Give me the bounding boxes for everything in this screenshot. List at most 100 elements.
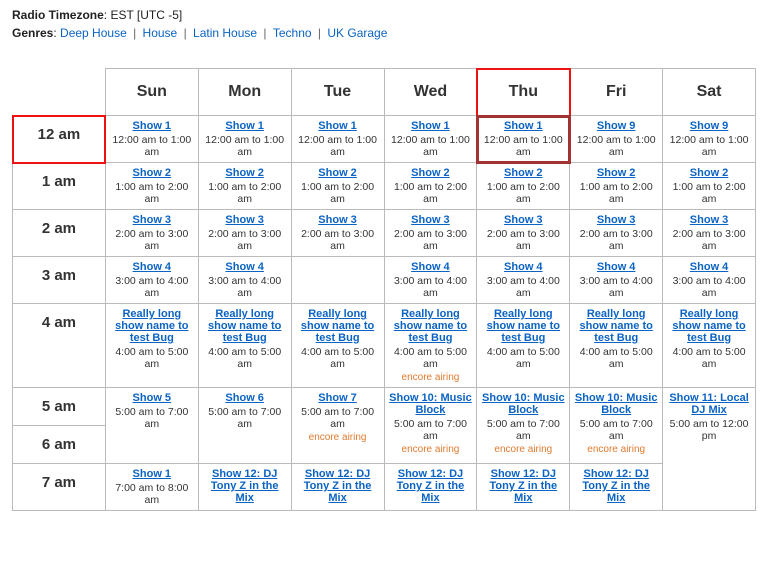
show-title[interactable]: Show 2	[388, 167, 474, 179]
show-title[interactable]: Really long show name to test Bug	[480, 308, 566, 344]
show-title[interactable]: Show 2	[480, 167, 566, 179]
schedule-cell[interactable]: Show 43:00 am to 4:00 am	[477, 257, 570, 304]
show-title[interactable]: Show 9	[573, 120, 659, 132]
schedule-cell[interactable]: Show 112:00 am to 1:00 am	[198, 116, 291, 163]
schedule-cell[interactable]: Show 32:00 am to 3:00 am	[198, 210, 291, 257]
schedule-cell[interactable]: Show 17:00 am to 8:00 am	[105, 464, 198, 511]
schedule-cell[interactable]: Show 12: DJ Tony Z in the Mix	[198, 464, 291, 511]
schedule-cell[interactable]: Show 112:00 am to 1:00 am	[384, 116, 477, 163]
show-title[interactable]: Really long show name to test Bug	[666, 308, 752, 344]
show-title[interactable]: Show 10: Music Block	[388, 392, 474, 416]
show-title[interactable]: Show 2	[295, 167, 381, 179]
schedule-cell[interactable]: Show 75:00 am to 7:00 amencore airing	[291, 388, 384, 464]
show-title[interactable]: Show 4	[202, 261, 288, 273]
show-title[interactable]: Show 12: DJ Tony Z in the Mix	[480, 468, 566, 504]
show-title[interactable]: Really long show name to test Bug	[202, 308, 288, 344]
show-title[interactable]: Show 5	[109, 392, 195, 404]
show-title[interactable]: Show 1	[480, 120, 566, 132]
schedule-cell[interactable]: Show 12: DJ Tony Z in the Mix	[291, 464, 384, 511]
schedule-cell[interactable]: Really long show name to test Bug4:00 am…	[570, 304, 663, 388]
show-title[interactable]: Show 3	[388, 214, 474, 226]
schedule-cell[interactable]: Show 12: DJ Tony Z in the Mix	[384, 464, 477, 511]
schedule-cell[interactable]: Show 21:00 am to 2:00 am	[198, 163, 291, 210]
schedule-cell[interactable]: Show 112:00 am to 1:00 am	[477, 116, 570, 163]
show-title[interactable]: Really long show name to test Bug	[573, 308, 659, 344]
schedule-cell[interactable]: Show 21:00 am to 2:00 am	[477, 163, 570, 210]
show-title[interactable]: Show 1	[295, 120, 381, 132]
show-title[interactable]: Show 6	[202, 392, 288, 404]
show-title[interactable]: Show 2	[109, 167, 195, 179]
schedule-cell[interactable]: Show 112:00 am to 1:00 am	[105, 116, 198, 163]
show-title[interactable]: Show 10: Music Block	[480, 392, 566, 416]
genre-link[interactable]: Deep House	[60, 26, 127, 40]
schedule-cell[interactable]: Show 32:00 am to 3:00 am	[663, 210, 756, 257]
schedule-cell[interactable]: Show 32:00 am to 3:00 am	[291, 210, 384, 257]
show-title[interactable]: Show 3	[295, 214, 381, 226]
show-title[interactable]: Really long show name to test Bug	[109, 308, 195, 344]
schedule-cell[interactable]: Really long show name to test Bug4:00 am…	[477, 304, 570, 388]
show-title[interactable]: Really long show name to test Bug	[295, 308, 381, 344]
genre-link[interactable]: House	[143, 26, 178, 40]
show-title[interactable]: Show 2	[573, 167, 659, 179]
schedule-cell[interactable]: Show 55:00 am to 7:00 am	[105, 388, 198, 464]
schedule-cell[interactable]: Show 10: Music Block5:00 am to 7:00 amen…	[384, 388, 477, 464]
schedule-cell[interactable]: Show 21:00 am to 2:00 am	[570, 163, 663, 210]
schedule-cell[interactable]: Show 912:00 am to 1:00 am	[663, 116, 756, 163]
schedule-cell[interactable]: Show 12: DJ Tony Z in the Mix	[570, 464, 663, 511]
schedule-cell[interactable]: Really long show name to test Bug4:00 am…	[105, 304, 198, 388]
schedule-cell[interactable]: Show 43:00 am to 4:00 am	[570, 257, 663, 304]
schedule-cell[interactable]: Show 21:00 am to 2:00 am	[291, 163, 384, 210]
schedule-cell[interactable]: Show 43:00 am to 4:00 am	[198, 257, 291, 304]
schedule-cell[interactable]: Show 32:00 am to 3:00 am	[477, 210, 570, 257]
schedule-cell[interactable]: Show 112:00 am to 1:00 am	[291, 116, 384, 163]
show-title[interactable]: Show 12: DJ Tony Z in the Mix	[295, 468, 381, 504]
show-time: 2:00 am to 3:00 am	[109, 228, 195, 252]
show-title[interactable]: Show 10: Music Block	[573, 392, 659, 416]
show-title[interactable]: Show 9	[666, 120, 752, 132]
schedule-cell[interactable]: Show 10: Music Block5:00 am to 7:00 amen…	[477, 388, 570, 464]
schedule-cell[interactable]: Show 65:00 am to 7:00 am	[198, 388, 291, 464]
show-title[interactable]: Show 3	[573, 214, 659, 226]
schedule-cell[interactable]: Show 32:00 am to 3:00 am	[384, 210, 477, 257]
schedule-cell[interactable]: Show 12: DJ Tony Z in the Mix	[477, 464, 570, 511]
schedule-cell[interactable]: Show 912:00 am to 1:00 am	[570, 116, 663, 163]
show-title[interactable]: Show 2	[666, 167, 752, 179]
show-title[interactable]: Show 1	[202, 120, 288, 132]
show-title[interactable]: Really long show name to test Bug	[388, 308, 474, 344]
schedule-cell[interactable]: Show 21:00 am to 2:00 am	[105, 163, 198, 210]
show-title[interactable]: Show 12: DJ Tony Z in the Mix	[202, 468, 288, 504]
show-title[interactable]: Show 2	[202, 167, 288, 179]
show-title[interactable]: Show 11: Local DJ Mix	[666, 392, 752, 416]
show-title[interactable]: Show 12: DJ Tony Z in the Mix	[388, 468, 474, 504]
schedule-cell[interactable]: Show 10: Music Block5:00 am to 7:00 amen…	[570, 388, 663, 464]
show-title[interactable]: Show 1	[388, 120, 474, 132]
show-title[interactable]: Show 4	[388, 261, 474, 273]
schedule-cell[interactable]: Really long show name to test Bug4:00 am…	[291, 304, 384, 388]
schedule-cell[interactable]: Show 21:00 am to 2:00 am	[663, 163, 756, 210]
schedule-cell[interactable]: Show 43:00 am to 4:00 am	[105, 257, 198, 304]
show-title[interactable]: Show 3	[202, 214, 288, 226]
genre-link[interactable]: Latin House	[193, 26, 257, 40]
schedule-cell[interactable]: Really long show name to test Bug4:00 am…	[384, 304, 477, 388]
genre-link[interactable]: Techno	[273, 26, 312, 40]
schedule-cell[interactable]: Show 32:00 am to 3:00 am	[570, 210, 663, 257]
show-title[interactable]: Show 4	[666, 261, 752, 273]
schedule-cell[interactable]: Really long show name to test Bug4:00 am…	[198, 304, 291, 388]
schedule-cell[interactable]: Show 11: Local DJ Mix5:00 am to 12:00 pm	[663, 388, 756, 511]
schedule-cell[interactable]: Show 21:00 am to 2:00 am	[384, 163, 477, 210]
show-title[interactable]: Show 12: DJ Tony Z in the Mix	[573, 468, 659, 504]
show-title[interactable]: Show 3	[666, 214, 752, 226]
schedule-cell[interactable]: Really long show name to test Bug4:00 am…	[663, 304, 756, 388]
show-title[interactable]: Show 4	[480, 261, 566, 273]
show-title[interactable]: Show 1	[109, 468, 195, 480]
show-title[interactable]: Show 7	[295, 392, 381, 404]
genre-link[interactable]: UK Garage	[327, 26, 387, 40]
schedule-cell[interactable]: Show 43:00 am to 4:00 am	[663, 257, 756, 304]
show-title[interactable]: Show 3	[480, 214, 566, 226]
show-title[interactable]: Show 1	[109, 120, 195, 132]
show-title[interactable]: Show 4	[109, 261, 195, 273]
show-title[interactable]: Show 3	[109, 214, 195, 226]
schedule-cell[interactable]: Show 43:00 am to 4:00 am	[384, 257, 477, 304]
show-title[interactable]: Show 4	[573, 261, 659, 273]
schedule-cell[interactable]: Show 3 2:00 am to 3:00 am	[105, 210, 198, 257]
